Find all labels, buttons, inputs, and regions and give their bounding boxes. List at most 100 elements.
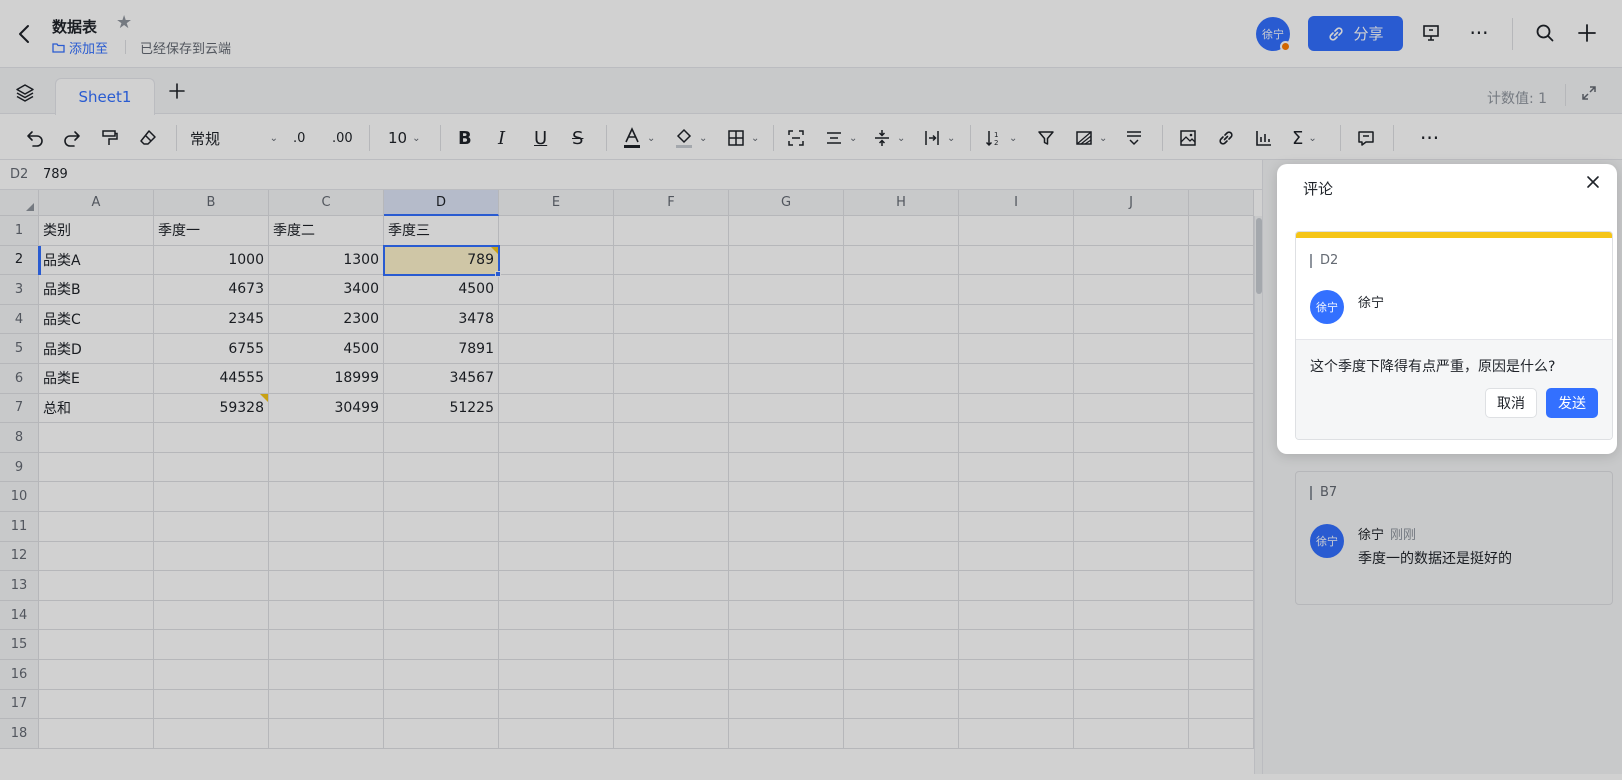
comment-input[interactable]: 这个季度下降得有点严重，原因是什么?	[1310, 356, 1555, 376]
cell-j2[interactable]	[1074, 245, 1189, 276]
row-header-6[interactable]: 6	[0, 364, 39, 394]
cell-g7[interactable]	[729, 393, 844, 424]
cell-g2[interactable]	[729, 245, 844, 276]
cell-j16[interactable]	[1074, 660, 1189, 690]
cell-e17[interactable]	[499, 689, 614, 720]
undo-icon[interactable]	[25, 126, 45, 150]
cell-c17[interactable]	[269, 689, 384, 720]
comment-input-area[interactable]: 这个季度下降得有点严重，原因是什么? 取消 发送	[1296, 339, 1612, 439]
cell-h7[interactable]	[844, 393, 959, 424]
cell-j14[interactable]	[1074, 600, 1189, 631]
chart-icon[interactable]	[1254, 126, 1274, 150]
cell-b18[interactable]	[154, 719, 269, 749]
row-header-2[interactable]: 2	[0, 245, 39, 276]
row-header-4[interactable]: 4	[0, 304, 39, 335]
cell-a18[interactable]	[39, 719, 154, 749]
cell-b12[interactable]	[154, 541, 269, 572]
cell-g8[interactable]	[729, 423, 844, 453]
cell-b17[interactable]	[154, 689, 269, 720]
row-header-11[interactable]: 11	[0, 512, 39, 542]
comment-icon[interactable]	[1356, 126, 1376, 150]
cell-f9[interactable]	[614, 452, 729, 483]
cell-j15[interactable]	[1074, 630, 1189, 660]
cell-j8[interactable]	[1074, 423, 1189, 453]
row-header-18[interactable]: 18	[0, 719, 39, 749]
star-icon[interactable]: ★	[116, 12, 132, 33]
document-title[interactable]: 数据表	[52, 16, 97, 37]
text-wrap-icon[interactable]: ⌄	[922, 126, 955, 150]
filter-icon[interactable]	[1036, 126, 1056, 150]
cell-a5[interactable]: 品类D	[39, 334, 154, 364]
cell-c13[interactable]	[269, 571, 384, 601]
font-size-select[interactable]: 10 ⌄	[388, 126, 420, 150]
cell-j11[interactable]	[1074, 512, 1189, 542]
cell-d9[interactable]	[384, 452, 499, 483]
conditional-format-icon[interactable]: ⌄	[1074, 126, 1107, 150]
cell-f2[interactable]	[614, 245, 729, 276]
cell-j5[interactable]	[1074, 334, 1189, 364]
cell-g4[interactable]	[729, 304, 844, 335]
cell-j9[interactable]	[1074, 452, 1189, 483]
cell-d6[interactable]: 34567	[384, 364, 499, 394]
cell-g17[interactable]	[729, 689, 844, 720]
cell-i14[interactable]	[959, 600, 1074, 631]
cell-h17[interactable]	[844, 689, 959, 720]
cell-j12[interactable]	[1074, 541, 1189, 572]
cell-c4[interactable]: 2300	[269, 304, 384, 335]
cell-e10[interactable]	[499, 482, 614, 512]
cell-d15[interactable]	[384, 630, 499, 660]
cell-d16[interactable]	[384, 660, 499, 690]
cell-d3[interactable]: 4500	[384, 275, 499, 305]
borders-icon[interactable]: ⌄	[726, 126, 759, 150]
cell-e4[interactable]	[499, 304, 614, 335]
cell-e8[interactable]	[499, 423, 614, 453]
number-format-select[interactable]: 常规 ⌄	[190, 126, 278, 150]
cell-d17[interactable]	[384, 689, 499, 720]
cell-g14[interactable]	[729, 600, 844, 631]
cell-h15[interactable]	[844, 630, 959, 660]
cell-e16[interactable]	[499, 660, 614, 690]
plus-icon[interactable]	[1574, 20, 1600, 46]
cell-i18[interactable]	[959, 719, 1074, 749]
cell-c1[interactable]: 季度二	[269, 216, 384, 246]
cell-d1[interactable]: 季度三	[384, 216, 499, 246]
collaborator-avatar[interactable]: 徐宁	[1256, 17, 1291, 52]
cell-f3[interactable]	[614, 275, 729, 305]
cell-j10[interactable]	[1074, 482, 1189, 512]
cell-a4[interactable]: 品类C	[39, 304, 154, 335]
cell-b7[interactable]: 59328	[154, 393, 269, 424]
cell-i2[interactable]	[959, 245, 1074, 276]
cell-e15[interactable]	[499, 630, 614, 660]
format-painter-icon[interactable]	[100, 126, 120, 150]
row-header-10[interactable]: 10	[0, 482, 39, 512]
cell-a9[interactable]	[39, 452, 154, 483]
cell-f6[interactable]	[614, 364, 729, 394]
cell-e13[interactable]	[499, 571, 614, 601]
freeze-icon[interactable]	[1124, 126, 1144, 150]
cell-f18[interactable]	[614, 719, 729, 749]
row-header-17[interactable]: 17	[0, 689, 39, 720]
row-header-5[interactable]: 5	[0, 334, 39, 364]
row-header-7[interactable]: 7	[0, 393, 39, 424]
cell-b2[interactable]: 1000	[154, 245, 269, 276]
link-icon[interactable]	[1216, 126, 1236, 150]
cell-d12[interactable]	[384, 541, 499, 572]
cell-j13[interactable]	[1074, 571, 1189, 601]
strikethrough-icon[interactable]: S	[572, 126, 583, 150]
underline-icon[interactable]: U	[534, 126, 547, 150]
cell-h9[interactable]	[844, 452, 959, 483]
bold-icon[interactable]: B	[458, 126, 472, 150]
cell-i1[interactable]	[959, 216, 1074, 246]
cell-e11[interactable]	[499, 512, 614, 542]
cell-c12[interactable]	[269, 541, 384, 572]
vertical-scrollbar[interactable]	[1254, 216, 1262, 774]
cell-b3[interactable]: 4673	[154, 275, 269, 305]
increase-decimal-button[interactable]: .00	[332, 126, 353, 150]
row-header-15[interactable]: 15	[0, 630, 39, 660]
add-to-folder-link[interactable]: 添加至	[52, 38, 108, 57]
send-button[interactable]: 发送	[1546, 388, 1598, 418]
cell-i12[interactable]	[959, 541, 1074, 572]
cell-e6[interactable]	[499, 364, 614, 394]
cell-f8[interactable]	[614, 423, 729, 453]
cell-h8[interactable]	[844, 423, 959, 453]
